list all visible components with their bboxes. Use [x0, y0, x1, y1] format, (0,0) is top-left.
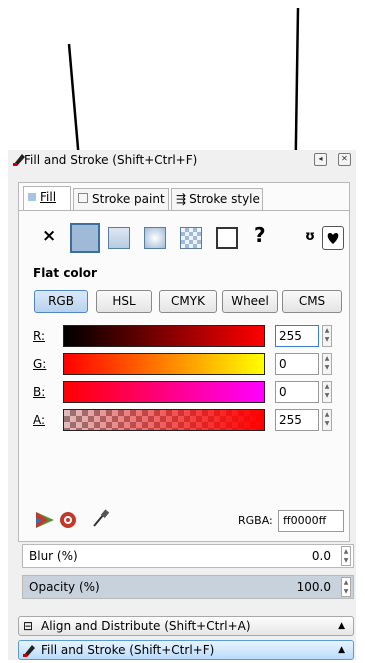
- tab-underline: [18, 210, 350, 211]
- fill-rule-nonzero-button[interactable]: [322, 226, 344, 250]
- close-icon[interactable]: ✕: [338, 153, 351, 166]
- opacity-row[interactable]: Opacity (%) 100.0 ▲ ▼: [22, 575, 354, 599]
- mode-cms-button[interactable]: CMS: [282, 290, 342, 313]
- channel-g-slider[interactable]: [63, 353, 265, 375]
- blur-spin-arrows[interactable]: ▲ ▼: [341, 546, 351, 566]
- out-of-gamut-icon[interactable]: [58, 510, 78, 530]
- no-paint-icon[interactable]: ×: [42, 226, 56, 246]
- channel-g-spin-arrows[interactable]: ▲ ▼: [322, 353, 332, 375]
- mode-wheel-button[interactable]: Wheel: [222, 290, 278, 313]
- tab-stroke-paint-label: Stroke paint: [92, 192, 165, 206]
- channel-r-label: R:: [33, 329, 46, 343]
- nonzero-heart-icon: [327, 233, 339, 244]
- rgba-label: RGBA:: [238, 514, 273, 527]
- channel-g-input[interactable]: 0: [275, 353, 319, 375]
- pattern-button[interactable]: [180, 227, 202, 249]
- opacity-value: 100.0: [296, 580, 331, 594]
- dock-fill-stroke[interactable]: Fill and Stroke (Shift+Ctrl+F) ▲: [18, 640, 354, 660]
- rgba-input[interactable]: ff0000ff: [278, 510, 344, 532]
- tab-fill-label: Fill: [40, 190, 57, 204]
- unset-paint-icon[interactable]: ?: [254, 223, 266, 247]
- channel-r-slider[interactable]: [63, 325, 265, 347]
- flat-color-label: Flat color: [33, 266, 97, 280]
- dialog-titlebar[interactable]: Fill and Stroke (Shift+Ctrl+F) ◂ ✕: [10, 150, 356, 170]
- channel-b-input[interactable]: 0: [275, 381, 319, 403]
- channel-r-input[interactable]: 255: [275, 325, 319, 347]
- mode-cmyk-button[interactable]: CMYK: [159, 290, 217, 313]
- stroke-paint-tab-icon: [78, 193, 88, 203]
- channel-a-label: A:: [33, 413, 46, 427]
- tab-fill[interactable]: Fill: [23, 186, 71, 210]
- color-managed-icon[interactable]: [34, 510, 56, 530]
- blur-row[interactable]: Blur (%) 0.0 ▲ ▼: [22, 544, 354, 568]
- tab-stroke-style[interactable]: ⇶ Stroke style: [171, 188, 263, 210]
- swatch-button[interactable]: [216, 227, 238, 249]
- dock-fill-stroke-label: Fill and Stroke (Shift+Ctrl+F): [41, 643, 215, 657]
- channel-a-spin-arrows[interactable]: ▲ ▼: [322, 409, 332, 431]
- dock-align-distribute[interactable]: ⊟ Align and Distribute (Shift+Ctrl+A) ▲: [18, 616, 354, 636]
- dialog-title: Fill and Stroke (Shift+Ctrl+F): [24, 153, 198, 167]
- fill-stroke-dock-icon: [23, 645, 35, 657]
- channel-b-slider[interactable]: [63, 381, 265, 403]
- fill-tab-icon: [28, 193, 36, 201]
- opacity-label: Opacity (%): [29, 580, 100, 594]
- opacity-spin-arrows[interactable]: ▲ ▼: [341, 577, 351, 597]
- iconify-icon[interactable]: ◂: [314, 153, 327, 166]
- blur-value: 0.0: [311, 549, 331, 563]
- tab-stroke-style-label: Stroke style: [189, 192, 260, 206]
- channel-g-label: G:: [33, 357, 47, 371]
- flat-color-button[interactable]: [70, 223, 100, 253]
- channel-a-slider[interactable]: [63, 409, 265, 431]
- radial-gradient-button[interactable]: [144, 227, 166, 249]
- linear-gradient-button[interactable]: [108, 227, 130, 249]
- chevron-up-icon: ▲: [338, 645, 345, 655]
- color-picker-icon[interactable]: [90, 508, 110, 530]
- mode-hsl-button[interactable]: HSL: [96, 290, 152, 313]
- blur-label: Blur (%): [29, 549, 78, 563]
- align-icon: ⊟: [23, 619, 34, 633]
- channel-r-spin-arrows[interactable]: ▲ ▼: [322, 325, 332, 347]
- fill-rule-evenodd-icon[interactable]: ʊ: [305, 229, 315, 244]
- mode-rgb-button[interactable]: RGB: [34, 290, 88, 313]
- channel-b-label: B:: [33, 385, 46, 399]
- stroke-style-tab-icon: ⇶: [176, 192, 187, 206]
- channel-b-spin-arrows[interactable]: ▲ ▼: [322, 381, 332, 403]
- channel-a-input[interactable]: 255: [275, 409, 319, 431]
- tab-stroke-paint[interactable]: Stroke paint: [73, 188, 169, 210]
- chevron-up-icon: ▲: [338, 621, 345, 631]
- dock-align-distribute-label: Align and Distribute (Shift+Ctrl+A): [41, 619, 251, 633]
